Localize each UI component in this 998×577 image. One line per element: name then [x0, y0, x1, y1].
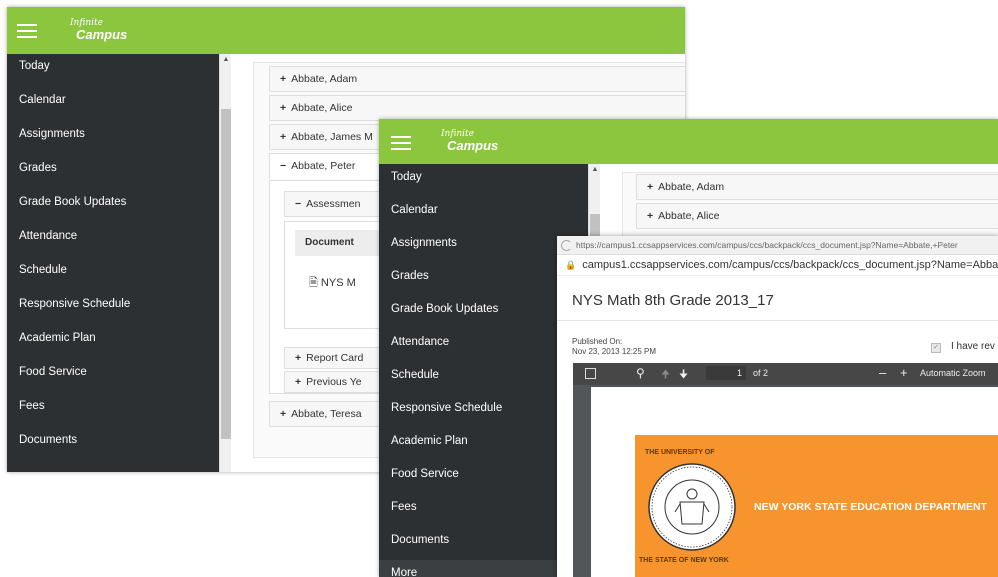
page-number-input[interactable]: 1 [706, 366, 746, 380]
sidebar-item-calendar[interactable]: Calendar [379, 197, 588, 230]
top-bar: Infinite Campus [7, 7, 685, 54]
menu-icon-front[interactable] [391, 136, 411, 150]
next-page-icon[interactable]: 🠋 [679, 366, 688, 385]
published-date: Nov 23, 2013 12:25 PM [572, 347, 657, 356]
pdf-toolbar: ⚲ 🠉 🠋 1 of 2 – + Automatic Zoom [573, 363, 998, 385]
sidebar-toggle-icon[interactable] [585, 368, 596, 379]
sidebar-item-responsive-schedule[interactable]: Responsive Schedule [7, 292, 219, 326]
student-row-front-abbate-adam[interactable]: + Abbate, Adam [636, 174, 998, 200]
sidebar-item-grades[interactable]: Grades [7, 156, 219, 190]
lock-icon: 🔒 [565, 260, 577, 270]
document-link[interactable]: 🗎 NYS M [309, 274, 356, 293]
sidebar-item-today[interactable]: Today [7, 54, 219, 88]
student-row-abbate-alice[interactable]: + Abbate, Alice [269, 95, 685, 121]
seal-text-bottom: THE STATE OF NEW YORK [639, 557, 729, 564]
loading-icon [561, 240, 572, 252]
address-bar[interactable]: 🔒 campus1.ccsappservices.com/campus/ccs/b… [557, 255, 998, 276]
sidebar-item-academic-plan[interactable]: Academic Plan [7, 326, 219, 360]
zoom-select[interactable]: Automatic Zoom [920, 368, 986, 378]
review-checkbox[interactable]: ✓ [931, 343, 941, 353]
sidebar-item-fees[interactable]: Fees [7, 394, 219, 428]
document-icon: 🗎 [309, 277, 318, 289]
scroll-thumb[interactable] [221, 109, 231, 439]
logo-front[interactable]: Infinite Campus [441, 130, 498, 153]
published-label: Published On: [572, 337, 623, 346]
seal-icon [648, 463, 736, 551]
review-label: I have rev [951, 341, 995, 352]
title-url-bar: https://campus1.ccsappservices.com/campu… [557, 236, 998, 255]
zoom-out-icon[interactable]: – [879, 365, 886, 380]
sidebar-item-schedule[interactable]: Schedule [7, 258, 219, 292]
top-bar-front: Infinite Campus [379, 119, 998, 164]
header-divider [557, 320, 998, 321]
seal-text-top: THE UNIVERSITY OF [645, 449, 715, 456]
page-count: of 2 [753, 368, 769, 378]
banner-text: NEW YORK STATE EDUCATION DEPARTMENT [754, 501, 987, 513]
sidebar-item-documents[interactable]: Documents [7, 428, 219, 462]
menu-icon[interactable] [17, 24, 37, 38]
zoom-in-icon[interactable]: + [900, 365, 908, 380]
sidebar-item-today[interactable]: Today [379, 164, 588, 197]
sidebar: Today Calendar Assignments Grades Grade Book… [7, 54, 219, 472]
pdf-page: THE UNIVERSITY OF THE STATE OF NEW YORK … [591, 387, 998, 577]
student-row-front-abbate-alice[interactable]: + Abbate, Alice [636, 203, 998, 229]
document-title: NYS Math 8th Grade 2013_17 [572, 292, 774, 309]
sidebar-item-food-service[interactable]: Food Service [7, 360, 219, 394]
pdf-window: https://campus1.ccsappservices.com/campu… [557, 236, 998, 577]
student-row-abbate-adam[interactable]: + Abbate, Adam [269, 66, 685, 92]
previous-page-icon[interactable]: 🠉 [661, 366, 670, 385]
logo[interactable]: Infinite Campus [70, 19, 127, 42]
sidebar-item-calendar[interactable]: Calendar [7, 88, 219, 122]
nysed-banner: THE UNIVERSITY OF THE STATE OF NEW YORK … [635, 435, 998, 577]
search-icon[interactable]: ⚲ [636, 366, 645, 380]
sidebar-item-assignments[interactable]: Assignments [7, 122, 219, 156]
pdf-viewer: ⚲ 🠉 🠋 1 of 2 – + Automatic Zoom THE UNIV… [573, 363, 998, 577]
sidebar-item-grade-book-updates[interactable]: Grade Book Updates [7, 190, 219, 224]
sidebar-item-attendance[interactable]: Attendance [7, 224, 219, 258]
